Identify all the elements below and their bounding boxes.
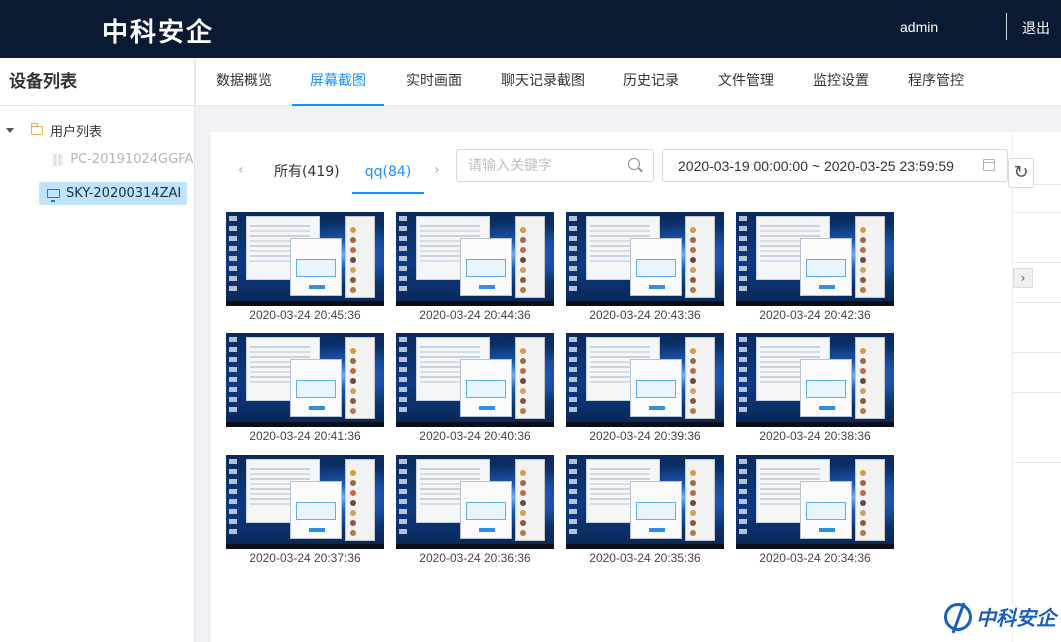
- screenshot-thumbnail[interactable]: [226, 455, 384, 549]
- screenshot-timestamp: 2020-03-24 20:41:36: [249, 429, 361, 443]
- screenshot-thumbnail[interactable]: [566, 455, 724, 549]
- folder-icon: [31, 123, 43, 135]
- username-label[interactable]: admin: [900, 19, 938, 35]
- logout-button[interactable]: 退出: [1022, 18, 1050, 38]
- side-detail-panel: [1012, 132, 1061, 642]
- chevron-right-icon[interactable]: ›: [434, 162, 440, 178]
- date-range-picker[interactable]: 2020-03-19 00:00:00 ~ 2020-03-25 23:59:5…: [662, 149, 1008, 182]
- tree-group-label: 用户列表: [50, 125, 103, 140]
- tab-chat-screenshots[interactable]: 聊天记录截图: [499, 58, 587, 106]
- screenshot-thumbnail[interactable]: [396, 333, 554, 427]
- tab-monitor-settings[interactable]: 监控设置: [811, 58, 871, 106]
- screenshot-timestamp: 2020-03-24 20:42:36: [759, 308, 871, 322]
- screenshot-thumbnail[interactable]: [736, 212, 894, 306]
- divider: [1013, 392, 1061, 393]
- screenshot-thumbnail[interactable]: [396, 212, 554, 306]
- top-header: 中科安企 admin 退出: [0, 0, 1061, 58]
- tab-live-view[interactable]: 实时画面: [404, 58, 464, 106]
- device-item-selected[interactable]: SKY-20200314ZAI: [39, 182, 188, 205]
- date-range-value: 2020-03-19 00:00:00 ~ 2020-03-25 23:59:5…: [678, 158, 954, 174]
- screenshot-timestamp: 2020-03-24 20:35:36: [589, 551, 701, 565]
- brand-logo-icon: [944, 602, 972, 631]
- screenshot-timestamp: 2020-03-24 20:43:36: [589, 308, 701, 322]
- search-input[interactable]: [468, 156, 618, 176]
- filter-tab-qq[interactable]: qq(84): [352, 150, 424, 194]
- calendar-icon[interactable]: [983, 159, 995, 171]
- scroll-right-button[interactable]: ›: [1013, 268, 1033, 288]
- tab-screenshots[interactable]: 屏幕截图: [292, 58, 384, 106]
- tab-history[interactable]: 历史记录: [621, 58, 681, 106]
- screenshot-timestamp: 2020-03-24 20:34:36: [759, 551, 871, 565]
- screenshot-thumbnail[interactable]: [736, 455, 894, 549]
- device-sidebar: 设备列表: [0, 58, 195, 642]
- device-label: PC-20191024GGFA: [70, 152, 194, 167]
- monitor-icon: [47, 189, 60, 202]
- screenshot-timestamp: 2020-03-24 20:37:36: [249, 551, 361, 565]
- screenshot-timestamp: 2020-03-24 20:36:36: [419, 551, 531, 565]
- chevron-left-icon[interactable]: ‹: [238, 162, 244, 178]
- screenshot-timestamp: 2020-03-24 20:39:36: [589, 429, 701, 443]
- tab-data-overview[interactable]: 数据概览: [214, 58, 274, 106]
- screenshot-timestamp: 2020-03-24 20:38:36: [759, 429, 871, 443]
- divider: [1013, 352, 1061, 353]
- refresh-button[interactable]: ↻: [1008, 158, 1034, 188]
- screenshot-thumbnail[interactable]: [566, 333, 724, 427]
- screenshot-thumbnail[interactable]: [226, 333, 384, 427]
- header-divider: [1006, 13, 1007, 40]
- watermark: 中科安企: [944, 602, 1056, 631]
- divider: [1013, 302, 1061, 303]
- search-box[interactable]: [456, 149, 654, 182]
- search-icon[interactable]: [628, 158, 640, 170]
- screenshot-timestamp: 2020-03-24 20:44:36: [419, 308, 531, 322]
- tab-file-management[interactable]: 文件管理: [716, 58, 776, 106]
- sidebar-title: 设备列表: [0, 58, 194, 106]
- screenshot-timestamp: 2020-03-24 20:40:36: [419, 429, 531, 443]
- watermark-text: 中科安企: [976, 606, 1056, 630]
- screenshot-timestamp: 2020-03-24 20:45:36: [249, 308, 361, 322]
- tab-program-control[interactable]: 程序管控: [906, 58, 966, 106]
- tree-group-users[interactable]: 用户列表: [6, 121, 102, 140]
- screenshot-thumbnail[interactable]: [736, 333, 894, 427]
- divider: [1013, 262, 1061, 263]
- disconnected-link-icon: ⛓: [50, 152, 66, 167]
- screenshot-thumbnail[interactable]: [226, 212, 384, 306]
- caret-down-icon[interactable]: [6, 128, 14, 133]
- main-tab-bar: 数据概览 屏幕截图 实时画面 聊天记录截图 历史记录 文件管理 监控设置 程序管…: [196, 58, 1061, 106]
- device-label: SKY-20200314ZAI: [66, 186, 182, 201]
- screenshot-thumbnail[interactable]: [566, 212, 724, 306]
- brand-logo-text: 中科安企: [102, 18, 215, 48]
- device-item-offline[interactable]: ⛓ PC-20191024GGFA: [50, 152, 193, 167]
- filter-tab-all[interactable]: 所有(419): [274, 150, 340, 194]
- divider: [1013, 462, 1061, 463]
- screenshot-thumbnail[interactable]: [396, 455, 554, 549]
- divider: [1013, 212, 1061, 213]
